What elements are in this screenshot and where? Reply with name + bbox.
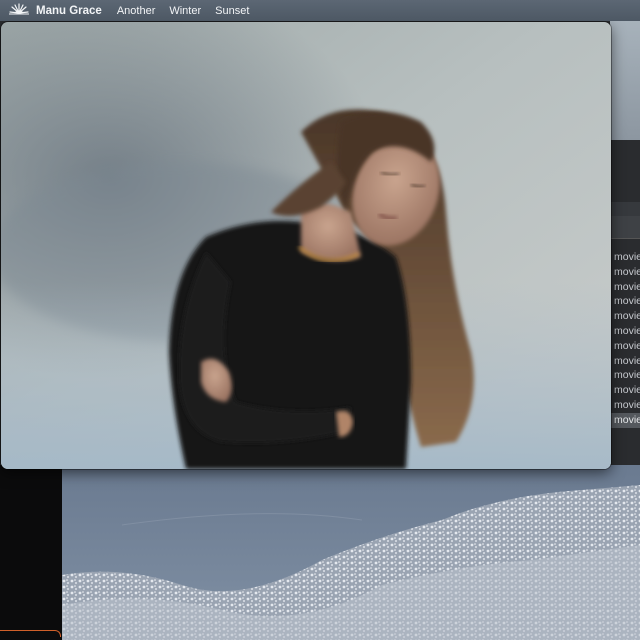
menu-bar: Manu Grace Another Winter Sunset — [0, 0, 640, 21]
sunburst-logo-icon[interactable] — [8, 0, 30, 21]
finder-column-header — [610, 216, 640, 239]
photo-viewer-window[interactable] — [1, 22, 611, 469]
file-list-item[interactable]: movie — [610, 250, 640, 265]
file-list-item[interactable]: movie — [610, 324, 640, 339]
file-list-item[interactable]: movie — [610, 309, 640, 324]
background-window-edge — [610, 21, 640, 141]
file-list-item[interactable]: movie — [610, 294, 640, 309]
menu-another[interactable]: Another — [117, 5, 156, 17]
finder-toolbar — [610, 202, 640, 216]
app-name[interactable]: Manu Grace — [36, 5, 102, 17]
finder-window: movie movie movie movie movie movie movi… — [610, 140, 640, 470]
background-dark-window — [0, 465, 62, 640]
file-list-item[interactable]: movie — [610, 354, 640, 369]
file-list-item[interactable]: movie — [610, 383, 640, 398]
menu-winter[interactable]: Winter — [169, 5, 201, 17]
mountain-wallpaper — [62, 465, 640, 640]
file-list-item[interactable]: movie — [610, 339, 640, 354]
menu-sunset[interactable]: Sunset — [215, 5, 249, 17]
portrait-photo — [1, 22, 611, 469]
file-list: movie movie movie movie movie movie movi… — [610, 250, 640, 428]
file-list-item[interactable]: movie — [610, 398, 640, 413]
file-list-item-selected[interactable]: movie — [610, 412, 640, 428]
orange-window-border — [0, 630, 61, 637]
file-list-item[interactable]: movie — [610, 280, 640, 295]
file-list-item[interactable]: movie — [610, 368, 640, 383]
file-list-item[interactable]: movie — [610, 265, 640, 280]
